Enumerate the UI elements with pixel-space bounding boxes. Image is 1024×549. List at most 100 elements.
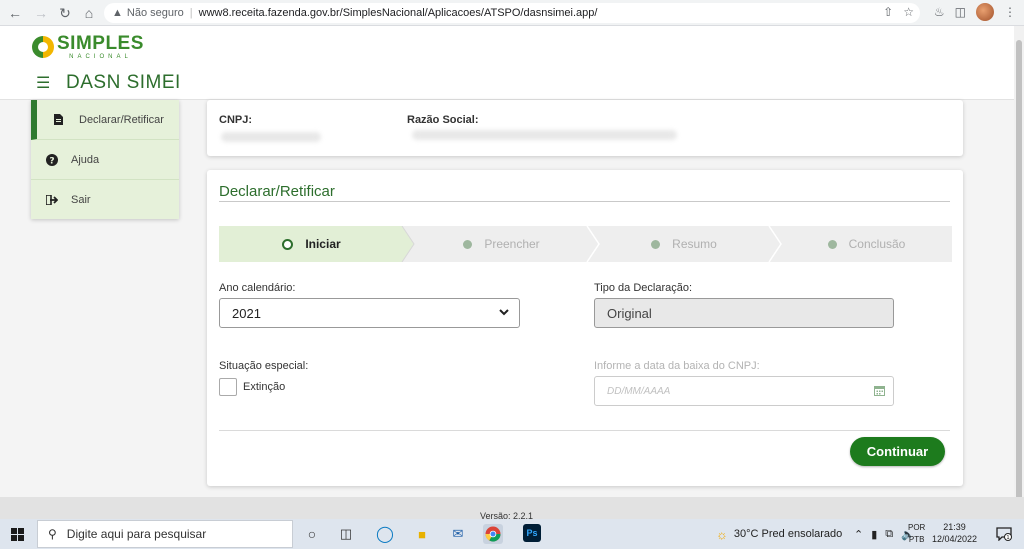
notification-center-icon[interactable]: 1 [994,524,1014,544]
address-separator: | [189,7,193,19]
sidebar-item-label: Declarar/Retificar [79,113,164,126]
data-baixa-label: Informe a data da baixa do CNPJ: [594,360,760,372]
profile-avatar[interactable] [976,3,994,21]
tipo-declaracao-value: Original [607,305,652,321]
step-dot-icon [651,239,661,249]
step-conclusao[interactable]: Conclusão [781,226,952,262]
razao-social-label: Razão Social: [407,114,479,126]
weather-widget[interactable]: ☼ 30°C Pred ensolarado [716,519,842,549]
app-header: SIMPLES NACIONAL ☰ DASN SIMEI [0,26,1024,100]
app-title: DASN SIMEI [66,72,181,93]
share-icon[interactable]: ⇧ [883,5,893,19]
sidebar: Declarar/Retificar ? Ajuda Sair [31,100,179,219]
windows-start-icon[interactable] [0,519,34,549]
data-baixa-input[interactable]: DD/MM/AAAA [594,376,894,406]
sidebar-item-sair[interactable]: Sair [31,180,179,220]
file-explorer-icon[interactable]: ■ [412,524,432,544]
cnpj-label: CNPJ: [219,114,253,126]
svg-text:?: ? [49,156,54,166]
edge-browser-icon[interactable]: ◯ [375,524,395,544]
calendar-icon[interactable] [874,385,885,399]
cnpj-value-redacted [221,132,321,142]
url-text[interactable]: www8.receita.fazenda.gov.br/SimplesNacio… [199,7,598,19]
cortana-circle-icon[interactable]: ○ [302,524,322,544]
mail-icon[interactable]: ✉ [448,524,468,544]
title-divider [219,201,950,202]
hamburger-menu-icon[interactable]: ☰ [36,73,50,93]
ano-calendario-select[interactable]: 2021 [219,298,520,328]
home-icon[interactable]: ⌂ [78,2,100,24]
search-icon: ⚲ [48,527,57,541]
tray-chevron-up-icon[interactable]: ⌃ [854,528,863,541]
sign-out-icon [45,193,59,207]
document-icon [51,113,65,127]
ano-calendario-value: 2021 [232,305,261,321]
sidebar-item-label: Ajuda [71,153,100,166]
battery-icon[interactable]: ▮ [871,528,877,541]
step-dot-icon [463,239,473,249]
continue-button[interactable]: Continuar [850,437,945,466]
step-preencher[interactable]: Preencher [419,226,584,262]
form-title: Declarar/Retificar [219,183,335,200]
step-label: Iniciar [305,237,341,251]
tipo-declaracao-field: Original [594,298,894,328]
ano-calendario-label: Ano calendário: [219,282,296,294]
page-scrollbar[interactable] [1014,26,1024,500]
sidebar-item-declarar[interactable]: Declarar/Retificar [31,100,179,140]
step-dot-icon [827,239,837,249]
situacao-especial-label: Situação especial: [219,360,309,372]
language-code: POR [908,523,926,532]
warning-icon[interactable]: ▲ [112,7,123,19]
taskbar-search-placeholder: Digite aqui para pesquisar [66,527,207,541]
keyboard-layout: PTB [908,535,925,544]
weather-sun-icon: ☼ [716,526,728,542]
back-arrow-icon[interactable]: ← [4,2,26,24]
step-resumo[interactable]: Resumo [599,226,769,262]
step-label: Resumo [672,237,717,251]
browser-toolbar: ← → ↻ ⌂ ▲ Não seguro | www8.receita.faze… [0,0,1024,26]
logo-title: SIMPLES [57,33,144,54]
sidebar-item-label: Sair [71,194,91,206]
step-active-dot-icon [282,238,294,250]
clock-time: 21:39 [943,522,966,532]
address-bar[interactable]: ▲ Não seguro | www8.receita.fazenda.gov.… [104,3,920,23]
step-label: Preencher [484,237,540,251]
simples-nacional-logo[interactable]: SIMPLES NACIONAL [32,34,144,60]
step-iniciar[interactable]: Iniciar [219,226,404,262]
system-tray: ⌃ ▮ ⧉ 🔈 [854,519,915,549]
forward-arrow-icon[interactable]: → [30,2,52,24]
logo-mark-icon [32,36,54,58]
task-view-icon[interactable]: ◫ [336,524,356,544]
bookmark-star-icon[interactable]: ☆ [903,5,914,19]
extensions-puzzle-icon[interactable]: ♨ [934,5,945,19]
weather-text: 30°C Pred ensolarado [733,528,843,540]
question-icon: ? [45,153,59,167]
form-divider [219,430,950,431]
extincao-label: Extinção [243,381,286,393]
system-clock[interactable]: 21:39 12/04/2022 [932,521,977,545]
browser-menu-icon[interactable]: ⋮ [1004,5,1016,19]
security-status[interactable]: Não seguro [127,7,184,19]
photoshop-icon[interactable]: Ps [523,524,541,542]
scroll-thumb[interactable] [1016,40,1022,500]
clock-date: 12/04/2022 [932,534,978,544]
sidebar-item-ajuda[interactable]: ? Ajuda [31,140,179,180]
language-indicator[interactable]: POR PTB [908,522,925,546]
step-label: Conclusão [848,237,906,251]
logo-subtitle: NACIONAL [69,54,132,60]
windows-taskbar: ⚲ Digite aqui para pesquisar ○ ◫ ◯ ■ ✉ P… [0,519,1024,549]
declaration-form-card: Declarar/Retificar Iniciar Preencher Res… [207,170,963,486]
extincao-checkbox[interactable] [219,378,237,396]
razao-social-value-redacted [412,130,677,140]
wifi-icon[interactable]: ⧉ [885,528,893,541]
side-panel-icon[interactable]: ◫ [955,5,966,19]
page-footer: Versão: 2.2.1 [0,497,1024,521]
reload-icon[interactable]: ↻ [54,2,76,24]
data-baixa-placeholder: DD/MM/AAAA [607,385,671,397]
chevron-down-icon [499,306,509,320]
progress-stepper: Iniciar Preencher Resumo Conclusão [219,226,952,262]
taskbar-search-input[interactable]: ⚲ Digite aqui para pesquisar [37,520,293,548]
tipo-declaracao-label: Tipo da Declaração: [594,282,693,294]
chrome-browser-icon[interactable] [483,524,503,544]
notification-count: 1 [1006,535,1010,541]
